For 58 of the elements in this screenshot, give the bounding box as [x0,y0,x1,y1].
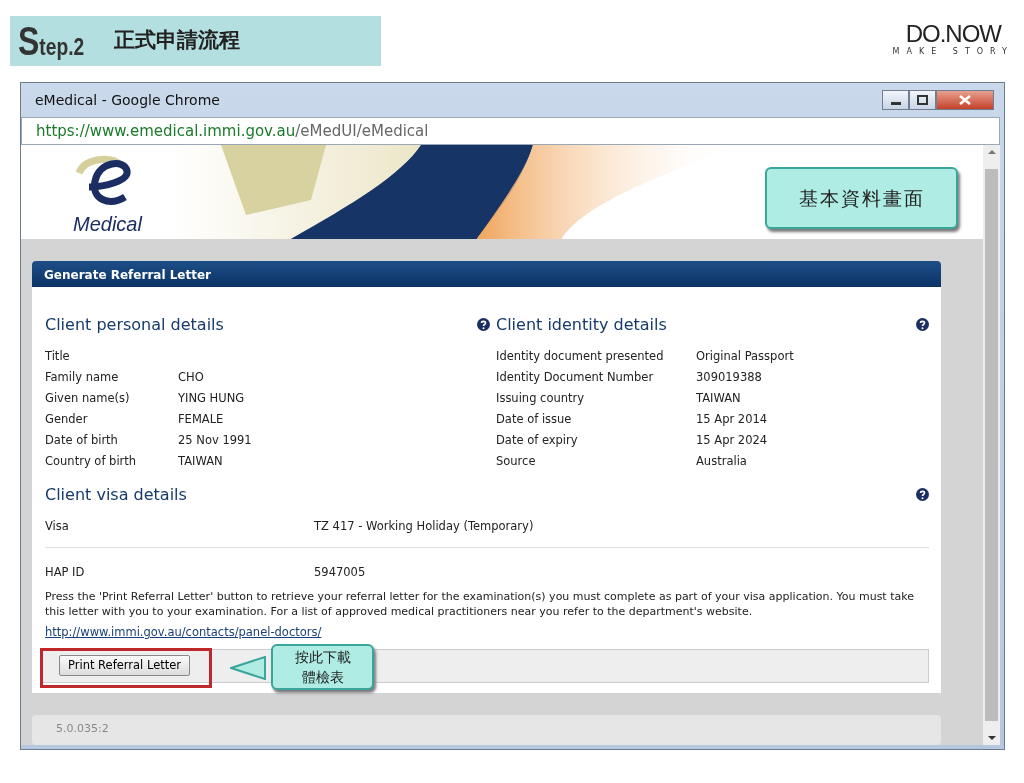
field-label: Date of expiry [496,432,579,450]
help-icon[interactable] [916,487,929,501]
field-label: Given name(s) [45,390,131,408]
field-label: Identity Document Number [496,369,655,387]
close-button[interactable] [936,90,994,110]
panel-header: Generate Referral Letter [32,261,941,288]
step-label: Step.2 [18,18,82,65]
logo-text: DO.NOW [904,22,1003,46]
field-value: FEMALE [178,411,224,429]
print-referral-button[interactable]: Print Referral Letter [59,655,191,677]
address-bar[interactable]: https://www.emedical.immi.gov.au/eMedUI/eMedical [21,117,1000,145]
field-label: Country of birth [45,453,138,471]
field-label: Identity document presented [496,348,665,366]
field-value: 5947005 [314,563,366,581]
minimize-button[interactable] [882,90,909,110]
section-heading: Client visa details [45,484,187,504]
field-value: TZ 417 - Working Holiday (Temporary) [314,517,534,535]
field-value: 309019388 [696,369,762,387]
section-heading: Client personal details [45,315,224,335]
field-label: Date of issue [496,411,573,429]
field-value: YING HUNG [178,390,245,408]
version-text: 5.0.035:2 [32,715,941,745]
field-value: CHO [178,369,204,387]
field-label: Visa [45,517,70,535]
callout-text: 體檢表 [300,667,345,687]
field-label: Gender [45,411,89,429]
field-label: Issuing country [496,390,586,408]
logo-tagline: MAKE STORY [892,46,1014,58]
scroll-down-icon[interactable] [987,735,996,741]
field-label: Title [45,348,71,366]
maximize-icon [917,95,928,105]
window-title: eMedical - Google Chrome [35,90,220,110]
field-value: TAIWAN [178,453,223,471]
scroll-thumb[interactable] [985,169,998,721]
field-value: Australia [696,453,747,471]
help-icon[interactable] [477,318,490,332]
field-label: HAP ID [45,563,86,581]
close-icon [959,95,971,105]
panel-doctors-link[interactable]: http://www.immi.gov.au/contacts/panel-doctors/ [45,624,322,639]
scroll-up-icon[interactable] [987,149,996,155]
help-icon[interactable] [916,318,929,332]
field-value: Original Passport [696,348,794,366]
field-label: Family name [45,369,120,387]
field-value: 25 Nov 1991 [178,432,252,450]
slide-title: 正式申請流程 [114,27,240,55]
minimize-icon [890,102,901,105]
field-value: 15 Apr 2024 [696,432,768,450]
field-value: 15 Apr 2014 [696,411,768,429]
section-heading: Client identity details [496,315,667,335]
maximize-button[interactable] [909,90,936,110]
instruction-text: Press the 'Print Referral Letter' button to retrieve your referral letter for the examination(s) you must complete as part of your visa application. You must take this letter with you to your examination. For a list of approved medical practitioners near you refer to the department's website. [45,588,915,619]
field-label: Source [496,453,537,471]
logo-text: Medical [73,212,142,237]
field-label: Date of birth [45,432,119,450]
callout-pointer [230,655,266,680]
callout-text: 按此下載 [293,647,352,667]
callout-text: 基本資料畫面 [798,185,925,211]
field-value: TAIWAN [696,390,741,408]
